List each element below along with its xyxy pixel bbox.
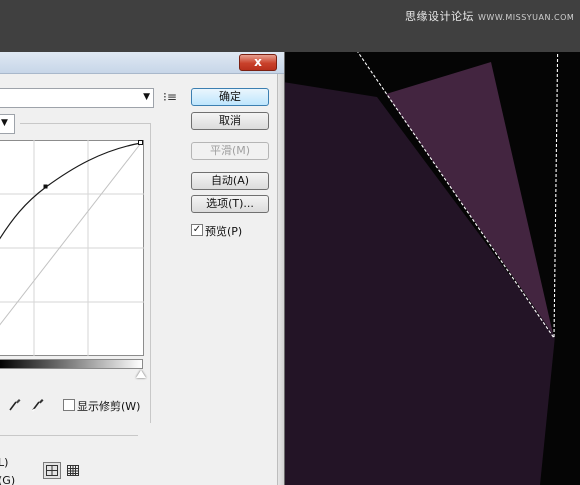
curve-point — [43, 184, 48, 189]
ok-button[interactable]: 确定 — [191, 88, 269, 106]
dark-purple-shape — [283, 82, 555, 485]
channel-select[interactable]: ▼ — [0, 114, 15, 134]
group-divider — [20, 123, 150, 124]
preview-checkbox[interactable]: ✓ — [191, 224, 203, 236]
document-canvas[interactable] — [283, 52, 580, 485]
watermark-site: WWW.MISSYUAN.COM — [478, 13, 575, 22]
auto-button[interactable]: 自动(A) — [191, 172, 269, 190]
check-icon: ✓ — [192, 224, 202, 235]
watermark-text: 思缘设计论坛 — [405, 10, 474, 23]
eyedropper-icon[interactable] — [8, 396, 22, 412]
grid-4-icon — [46, 465, 58, 476]
chevron-down-icon: ▼ — [143, 92, 150, 102]
curve-endpoint — [138, 140, 143, 145]
dialog-edge — [277, 74, 284, 485]
curve-options-fragment: (G) — [0, 474, 16, 485]
close-icon: x — [254, 55, 262, 69]
options-button[interactable]: 选项(T)... — [191, 195, 269, 213]
show-clipping-label: 显示修剪(W) — [77, 400, 141, 413]
options-divider — [0, 435, 138, 436]
output-gradient-bar — [0, 359, 143, 369]
smooth-button[interactable]: 平滑(M) — [191, 142, 269, 160]
grid-10-button[interactable] — [64, 462, 82, 479]
canvas-artwork — [283, 52, 559, 485]
chevron-down-icon: ▼ — [1, 118, 8, 128]
group-divider-vertical — [150, 123, 151, 423]
show-clipping-checkbox[interactable] — [63, 399, 75, 411]
preview-label: 预览(P) — [205, 225, 243, 238]
curve-graph[interactable] — [0, 140, 144, 356]
curves-dialog: x ▼ ⁝≡ ▼ 显示修剪(W) L) (G) — [0, 52, 285, 485]
eyedropper-icon[interactable] — [31, 396, 45, 412]
list-menu-icon[interactable]: ⁝≡ — [163, 90, 177, 104]
cancel-button[interactable]: 取消 — [191, 112, 269, 130]
white-point-slider[interactable] — [136, 370, 146, 378]
watermark: 思缘设计论坛 WWW.MISSYUAN.COM — [405, 8, 574, 24]
grid-10-icon — [67, 465, 79, 476]
grid-4-button[interactable] — [43, 462, 61, 479]
curve-options-fragment: L) — [0, 456, 9, 469]
preset-select[interactable]: ▼ — [0, 88, 154, 108]
close-button[interactable]: x — [239, 54, 277, 71]
